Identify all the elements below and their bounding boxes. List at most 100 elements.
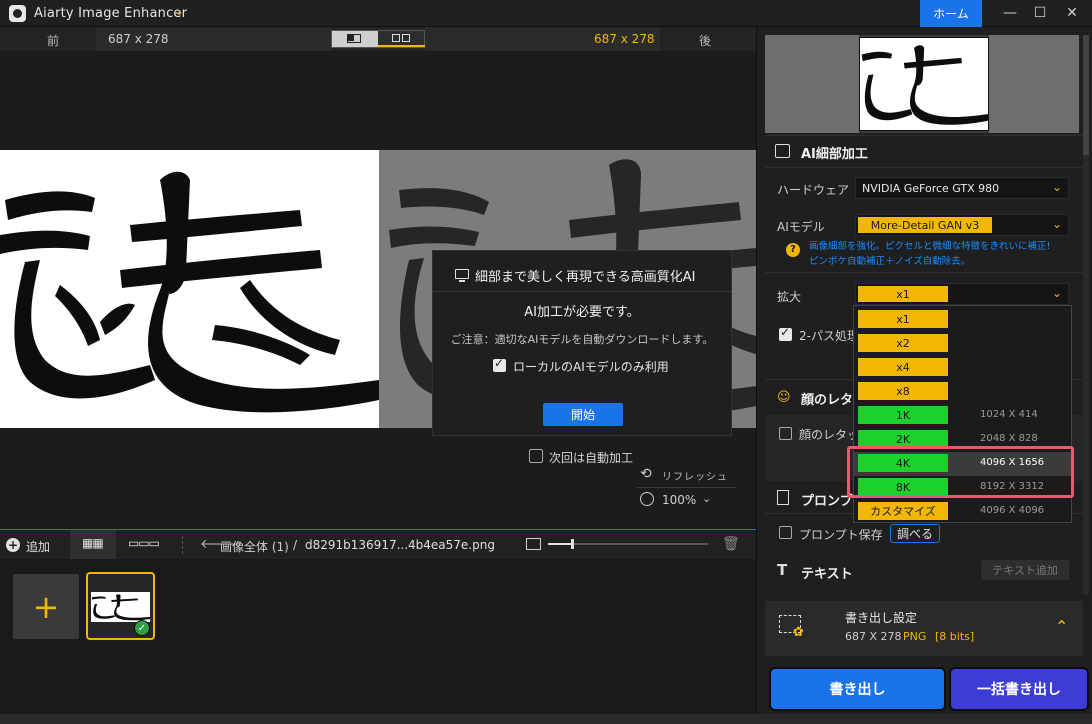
dialog-note: ご注意：適切なAIモデルを自動ダウンロードします。 bbox=[450, 333, 714, 346]
strip-view-tab[interactable]: ▭▭▭ bbox=[116, 530, 162, 559]
scale-option[interactable]: x8 bbox=[854, 380, 1071, 404]
image-icon bbox=[526, 538, 541, 550]
scrollbar-thumb[interactable] bbox=[1083, 35, 1089, 155]
preview-viewport[interactable] bbox=[859, 37, 989, 131]
scale-option-resolution: 4096 X 4096 bbox=[980, 505, 1045, 516]
maximize-icon[interactable]: ☐ bbox=[1025, 2, 1055, 24]
add-text-button[interactable]: テキスト追加 bbox=[981, 560, 1069, 580]
slider-handle[interactable] bbox=[571, 539, 574, 549]
add-image-tile[interactable]: + bbox=[13, 574, 79, 639]
section-divider bbox=[765, 272, 1083, 273]
local-model-label: ローカルのAIモデルのみ利用 bbox=[513, 360, 669, 374]
refresh-icon[interactable]: ⟲ bbox=[640, 466, 652, 482]
hardware-value: NVIDIA GeForce GTX 980 bbox=[862, 182, 1000, 195]
close-icon[interactable]: ✕ bbox=[1057, 2, 1087, 24]
grid-view-icon: ▦▦ bbox=[82, 536, 104, 550]
status-strip bbox=[0, 714, 1092, 724]
two-pass-checkbox[interactable] bbox=[779, 325, 792, 341]
prompt-check-button[interactable]: 調べる bbox=[890, 524, 940, 543]
toolbar-divider bbox=[182, 536, 183, 554]
zoom-control[interactable]: 100% ⌄ bbox=[636, 487, 736, 511]
chevron-down-icon[interactable]: ⌄ bbox=[1052, 180, 1062, 194]
thumbnail-strip: + ✓ bbox=[0, 559, 756, 714]
minimize-icon[interactable]: — bbox=[995, 2, 1025, 24]
help-icon[interactable]: ? bbox=[786, 243, 800, 257]
refresh-label[interactable]: リフレッシュ bbox=[662, 468, 728, 483]
zoom-icon bbox=[640, 492, 654, 506]
after-size: 687 x 278 bbox=[594, 32, 655, 46]
dialog-divider bbox=[433, 291, 731, 292]
scale-option[interactable]: x4 bbox=[854, 356, 1071, 380]
scale-option[interactable]: x1 bbox=[854, 308, 1071, 332]
export-size: 687 X 278 bbox=[845, 630, 902, 643]
app-logo-icon bbox=[9, 5, 26, 22]
start-button[interactable]: 開始 bbox=[543, 403, 623, 426]
scale-value: x1 bbox=[858, 286, 948, 302]
scale-option[interactable]: x2 bbox=[854, 332, 1071, 356]
app-menu-chevron-icon[interactable]: ⌄ bbox=[174, 4, 184, 18]
add-button[interactable]: 追加 bbox=[26, 538, 50, 555]
enhance-icon bbox=[775, 144, 790, 158]
local-model-checkbox[interactable] bbox=[493, 356, 506, 372]
split-view-icon bbox=[392, 34, 400, 42]
grid-view-tab[interactable]: ▦▦ bbox=[70, 530, 116, 559]
processed-check-icon: ✓ bbox=[134, 620, 150, 636]
breadcrumb-all-images[interactable]: 画像全体 (1) bbox=[220, 538, 289, 555]
single-view-icon bbox=[347, 34, 361, 43]
hardware-select[interactable]: NVIDIA GeForce GTX 980 ⌄ bbox=[855, 177, 1069, 199]
chevron-down-icon[interactable]: ⌄ bbox=[702, 492, 711, 505]
thumbnail-size-slider[interactable] bbox=[548, 539, 708, 549]
export-bit-depth: [8 bits] bbox=[935, 630, 975, 643]
batch-export-button[interactable]: 一括書き出し bbox=[949, 667, 1089, 711]
title-bar: Aiarty Image Enhancer ⌄ ホーム — ☐ ✕ bbox=[0, 0, 1092, 27]
model-value: More-Detail GAN v3 bbox=[858, 217, 992, 233]
model-label: AIモデル bbox=[777, 220, 825, 234]
face-icon: ☺ bbox=[777, 390, 791, 405]
auto-process-label: 次回は自動加工 bbox=[549, 451, 634, 465]
prompt-section-title: プロンプ bbox=[801, 494, 853, 509]
hardware-label: ハードウェア bbox=[777, 183, 850, 197]
dialog-message: AI加工が必要です。 bbox=[524, 305, 640, 320]
model-select[interactable]: More-Detail GAN v3 ⌄ bbox=[855, 214, 1069, 236]
text-section-title: テキスト bbox=[801, 567, 853, 582]
prompt-save-checkbox[interactable] bbox=[779, 526, 792, 539]
scale-select[interactable]: x1 ⌄ bbox=[855, 283, 1069, 305]
scale-option-label: x2 bbox=[858, 334, 948, 352]
scale-option-resolution: 2048 X 828 bbox=[980, 433, 1038, 444]
scale-option-label: x8 bbox=[858, 382, 948, 400]
document-icon bbox=[777, 490, 789, 505]
navigator-preview[interactable] bbox=[765, 35, 1079, 133]
scale-option-label: 1K bbox=[858, 406, 948, 424]
preview-right-area bbox=[989, 35, 1079, 133]
text-icon: T bbox=[777, 561, 788, 579]
preview-left-area bbox=[765, 35, 859, 133]
app-title: Aiarty Image Enhancer bbox=[34, 6, 188, 21]
scale-label: 拡大 bbox=[777, 290, 802, 304]
ai-section-title: AI細部加工 bbox=[801, 147, 868, 162]
section-divider bbox=[765, 167, 1083, 168]
home-button[interactable]: ホーム bbox=[920, 0, 982, 27]
export-button[interactable]: 書き出し bbox=[769, 667, 946, 711]
export-settings[interactable]: ✿ 書き出し設定 687 X 278 PNG [8 bits] ⌃ bbox=[765, 601, 1083, 656]
model-description: ピンボケ自動補正＋ノイズ自動除去。 bbox=[809, 256, 971, 267]
trash-icon[interactable]: 🗑 bbox=[722, 536, 740, 552]
export-format: PNG bbox=[903, 630, 927, 643]
chevron-down-icon[interactable]: ⌄ bbox=[1052, 217, 1062, 231]
face-retouch-label: 顔のレタッ bbox=[799, 428, 860, 442]
ai-processing-dialog: 細部まで美しく再現できる高画質化AI AI加工が必要です。 ご注意：適切なAIモ… bbox=[432, 250, 732, 436]
zoom-value: 100% bbox=[662, 493, 697, 507]
split-view-button[interactable] bbox=[378, 31, 425, 47]
scale-option[interactable]: 1K 1024 X 414 bbox=[854, 404, 1071, 428]
strip-view-icon: ▭▭▭ bbox=[128, 536, 160, 550]
face-retouch-checkbox[interactable] bbox=[779, 427, 792, 440]
image-thumbnail[interactable]: ✓ bbox=[86, 572, 155, 640]
panel-scrollbar[interactable] bbox=[1083, 35, 1089, 595]
auto-process-checkbox[interactable] bbox=[529, 449, 543, 463]
scale-option[interactable]: カスタマイズ 4096 X 4096 bbox=[854, 500, 1071, 524]
chevron-up-icon[interactable]: ⌃ bbox=[1055, 617, 1068, 636]
scale-option-label: x1 bbox=[858, 310, 948, 328]
single-view-button[interactable] bbox=[332, 31, 378, 47]
chevron-down-icon[interactable]: ⌄ bbox=[1052, 286, 1062, 300]
add-icon[interactable]: + bbox=[6, 538, 20, 552]
before-label: 前 bbox=[46, 34, 59, 48]
